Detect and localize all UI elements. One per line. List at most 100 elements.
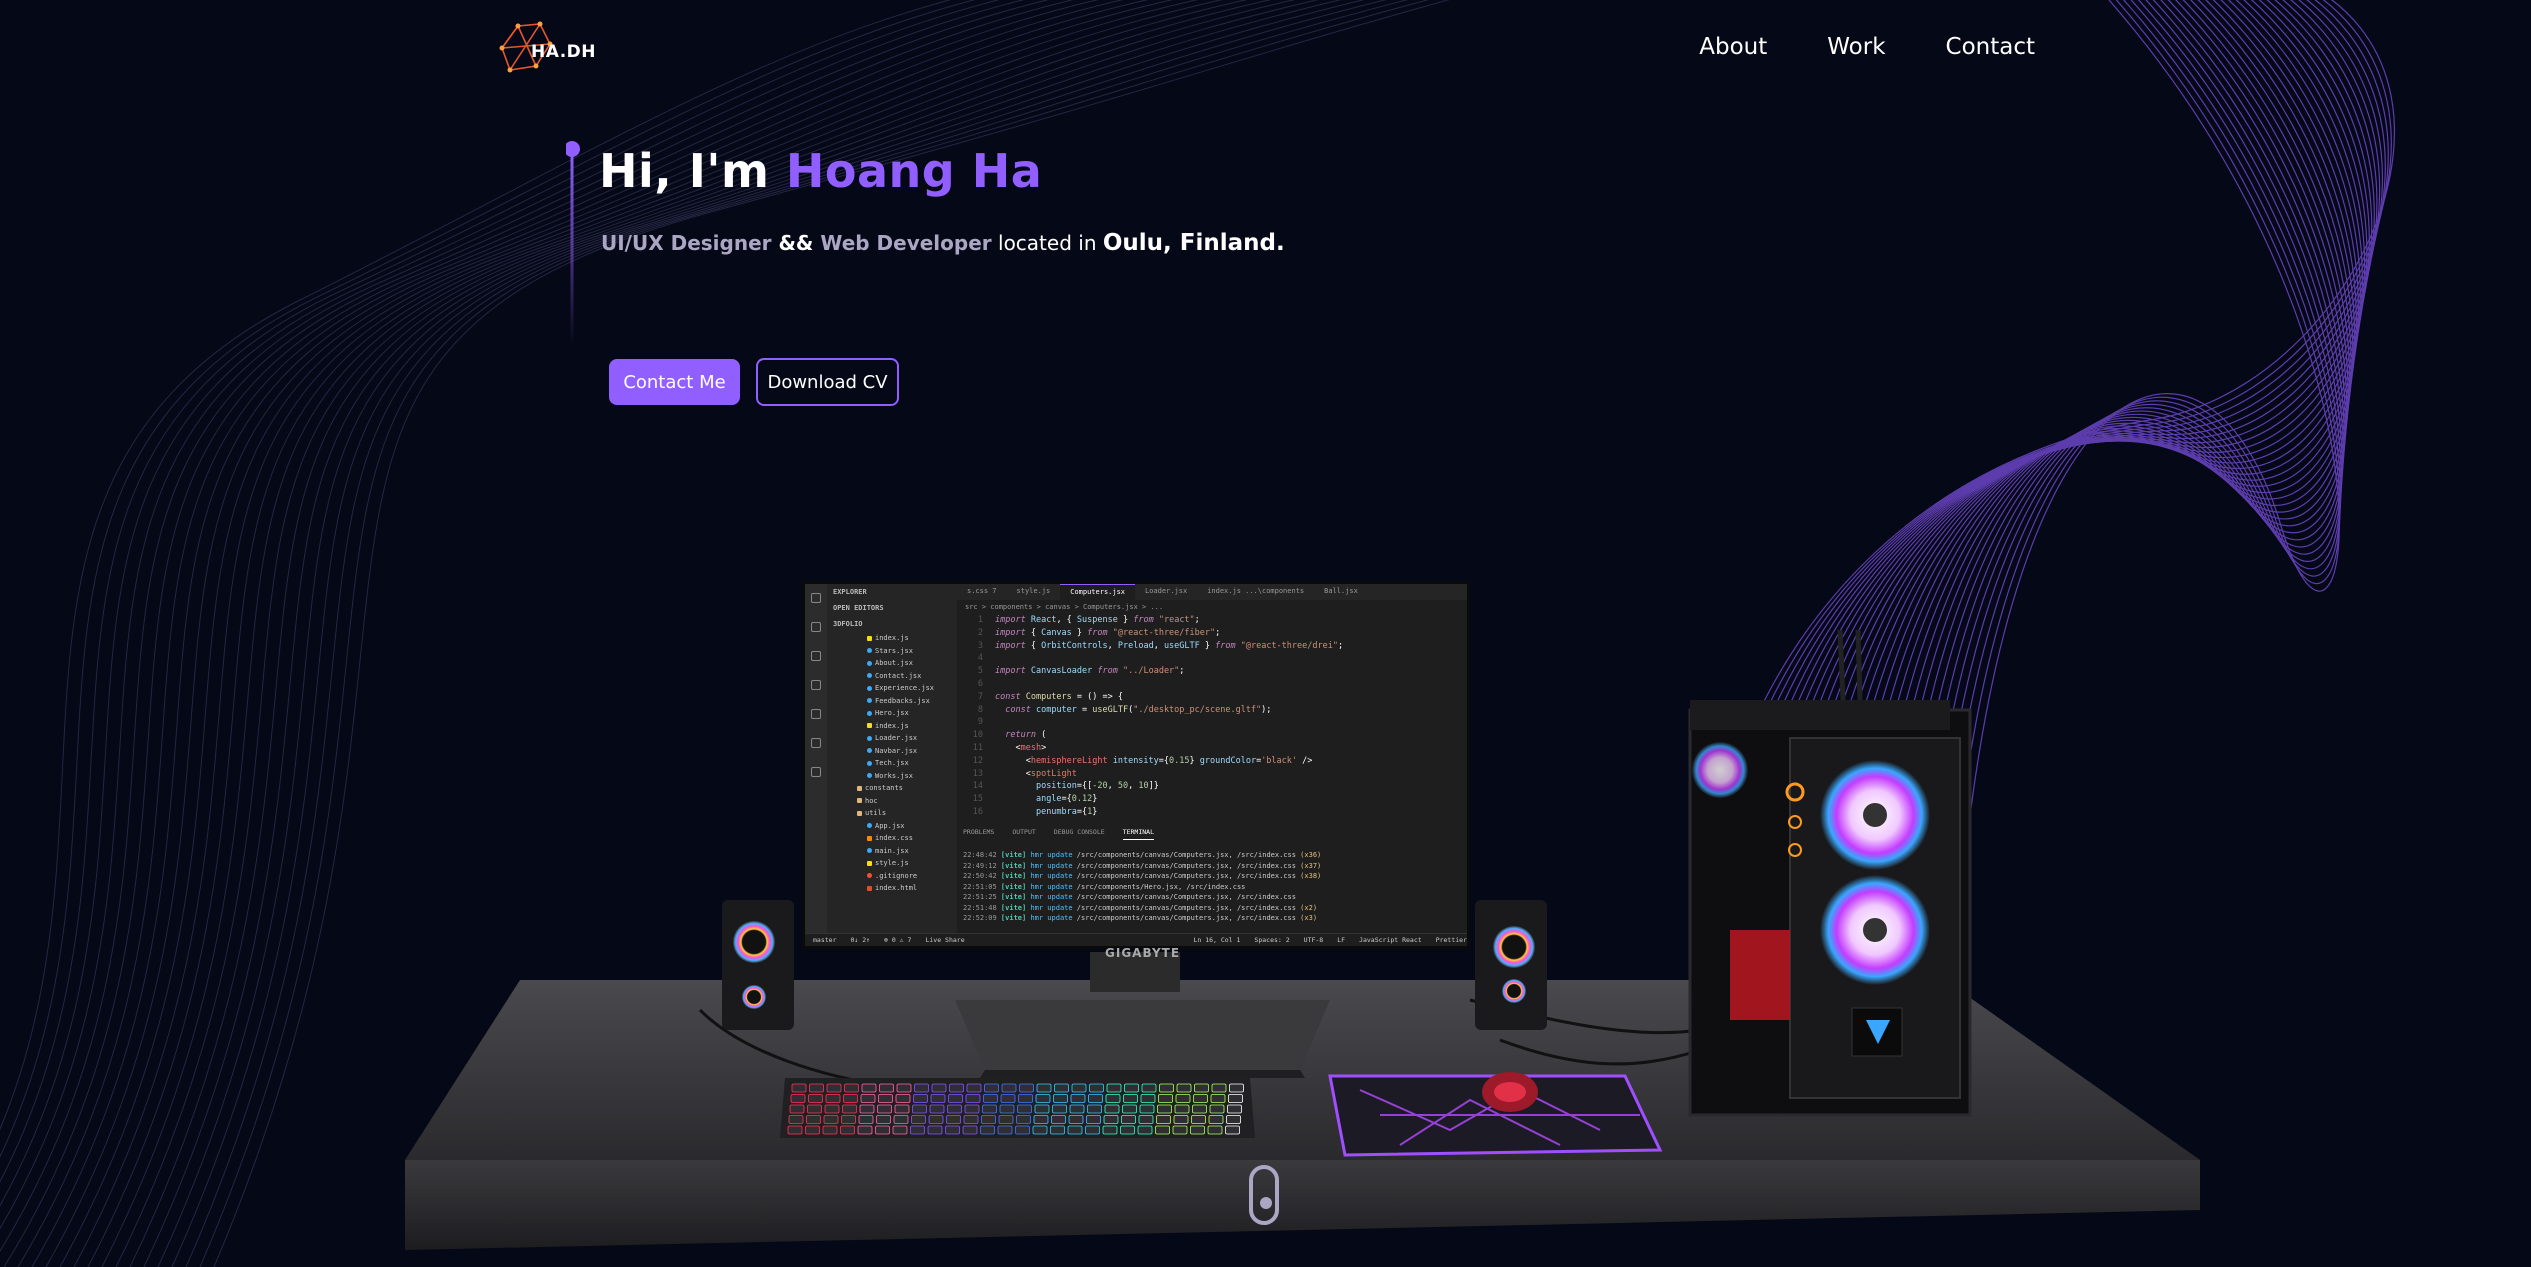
- keyboard-key: [999, 1104, 1015, 1114]
- monitor-brand: GIGABYTE: [1105, 946, 1181, 960]
- terminal-file: /src/components/Hero.jsx, /src/index.css: [1076, 882, 1246, 891]
- terminal-vite-tag: [vite]: [996, 903, 1031, 912]
- keyboard-key: [876, 1115, 891, 1124]
- extensions-icon: [811, 709, 821, 719]
- search-icon: [811, 622, 821, 632]
- keyboard-key: [1228, 1094, 1243, 1103]
- keyboard-key: [945, 1125, 960, 1135]
- scroll-indicator[interactable]: [1249, 1165, 1279, 1225]
- explorer-file: Contact.jsx: [827, 670, 957, 683]
- file-list: index.js Stars.jsx About.jsx Contact.jsx Exp…: [827, 632, 957, 895]
- code-editor: 1 import React, { Suspense } from "react"…: [972, 615, 1344, 817]
- keyboard-key: [1052, 1104, 1067, 1114]
- explorer-file: utils: [827, 807, 957, 820]
- keyboard-key: [1190, 1125, 1205, 1135]
- terminal-time: 22:52:09: [963, 914, 997, 922]
- panel-tab-problems: PROBLEMS: [963, 828, 995, 836]
- keyboard-key: [984, 1083, 999, 1093]
- keyboard-key: [824, 1104, 840, 1114]
- explorer-file: Experience.jsx: [827, 682, 957, 695]
- hero-role-designer: UI/UX Designer: [601, 231, 772, 255]
- terminal-line: 22:51:48 [vite] hmr update /src/componen…: [963, 903, 1457, 914]
- explorer-file: About.jsx: [827, 657, 957, 670]
- keyboard-key: [962, 1125, 978, 1135]
- keyboard-key: [894, 1104, 910, 1114]
- hero-name: Hoang Ha: [785, 144, 1043, 198]
- status-position: Ln 16, Col 1: [1193, 936, 1241, 944]
- keyboard-key: [893, 1115, 909, 1124]
- terminal-vite-tag: [vite]: [996, 872, 1031, 880]
- hero-located: located in: [991, 231, 1103, 255]
- keyboard-key: [983, 1094, 998, 1103]
- logo-text[interactable]: HA.DH: [531, 42, 596, 62]
- keyboard-key: [857, 1125, 873, 1135]
- keyboard-key: [844, 1083, 859, 1093]
- keyboard-key: [1050, 1125, 1065, 1135]
- explorer-file: Stars.jsx: [827, 645, 957, 658]
- terminal-file: /src/components/canvas/Computers.jsx, /s…: [1076, 872, 1296, 880]
- explorer-file: Loader.jsx: [827, 732, 957, 745]
- keyboard-key: [788, 1115, 804, 1124]
- keyboard-key: [1054, 1083, 1069, 1093]
- contact-me-button[interactable]: Contact Me: [609, 359, 740, 405]
- explorer-file: style.js: [827, 857, 957, 870]
- keyboard-key: [805, 1125, 820, 1135]
- hero-amp: &&: [771, 231, 821, 255]
- keyboard-key: [912, 1104, 927, 1114]
- explorer-title: EXPLORER: [833, 588, 867, 596]
- terminal-time: 22:51:48: [963, 903, 997, 912]
- keyboard-key: [1000, 1094, 1016, 1103]
- main-nav: About Work Contact: [1699, 34, 2035, 60]
- nav-link-work[interactable]: Work: [1827, 34, 1885, 60]
- source-control-icon: [811, 651, 821, 661]
- status-prettier: Prettier: [1435, 936, 1467, 944]
- keyboard-key: [1015, 1125, 1030, 1135]
- terminal-line: 22:49:12 [vite] hmr update /src/componen…: [963, 861, 1457, 872]
- explorer-file: App.jsx: [827, 820, 957, 833]
- keyboard-key: [1225, 1125, 1240, 1135]
- terminal-file: /src/components/canvas/Computers.jsx, /s…: [1076, 861, 1296, 870]
- hero-greeting: Hi, I'm: [599, 144, 786, 198]
- keyboard-key: [861, 1083, 877, 1093]
- keyboard-key: [1035, 1094, 1051, 1103]
- hero-accent-line: [566, 141, 580, 346]
- terminal-line: 22:51:25 [vite] hmr update /src/componen…: [963, 892, 1457, 903]
- terminal-time: 22:48:42: [963, 851, 997, 859]
- terminal-hmr-tag: hmr update: [1030, 872, 1077, 880]
- nav-link-contact[interactable]: Contact: [1946, 34, 2035, 60]
- terminal-hmr-tag: hmr update: [1030, 861, 1077, 870]
- keyboard-key: [1103, 1115, 1119, 1124]
- keyboard-key: [1001, 1083, 1017, 1093]
- terminal-vite-tag: [vite]: [996, 914, 1031, 922]
- keyboard-key: [1155, 1125, 1170, 1135]
- terminal-hmr-tag: hmr update: [1030, 893, 1077, 901]
- terminal-count: (x3): [1300, 914, 1318, 922]
- explorer-file: Hero.jsx: [827, 707, 957, 720]
- explorer-file: index.css: [827, 832, 957, 845]
- terminal-time: 22:49:12: [963, 861, 997, 870]
- keyboard-key: [1226, 1115, 1241, 1124]
- explorer-file: index.js: [827, 632, 957, 645]
- keyboard-key: [948, 1094, 963, 1103]
- keyboard-key: [1089, 1083, 1104, 1093]
- terminal-time: 22:51:05: [963, 882, 997, 891]
- status-language: JavaScript React: [1359, 936, 1422, 944]
- keyboard-key: [1159, 1083, 1174, 1093]
- editor-status-bar: master 0↓ 2↑ ⊗ 0 ⚠ 7 Live Share Ln 16, C…: [805, 933, 1467, 946]
- nav-link-about[interactable]: About: [1699, 34, 1767, 60]
- terminal-count: (x38): [1300, 872, 1322, 880]
- keyboard-key: [843, 1094, 858, 1103]
- keyboard-key: [911, 1115, 926, 1124]
- explorer-file: constants: [827, 782, 957, 795]
- remote-icon: [811, 738, 821, 748]
- keyboard-key: [1070, 1094, 1086, 1103]
- download-cv-button[interactable]: Download CV: [756, 358, 899, 406]
- editor-breadcrumb: src > components > canvas > Computers.js…: [965, 603, 1164, 611]
- editor-tab: index.js ...\components: [1207, 587, 1305, 595]
- keyboard-key: [1191, 1115, 1206, 1124]
- panel-tab-debug: DEBUG CONSOLE: [1053, 828, 1105, 836]
- keyboard-key: [1172, 1125, 1188, 1135]
- keyboard-key: [825, 1094, 841, 1103]
- keyboard-key: [947, 1104, 962, 1114]
- terminal-line: 22:52:09 [vite] hmr update /src/componen…: [963, 913, 1457, 924]
